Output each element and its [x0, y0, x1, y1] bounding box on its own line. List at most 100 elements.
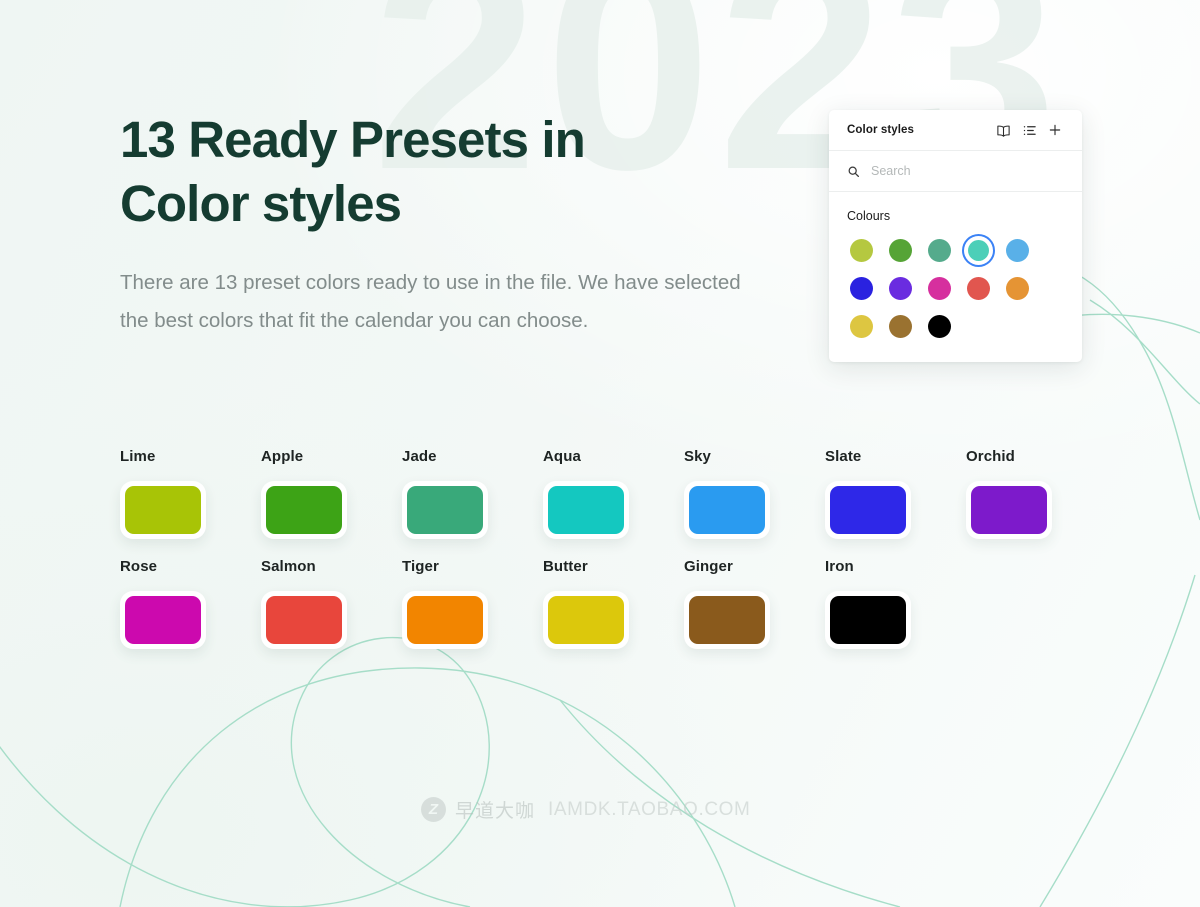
panel-title: Color styles — [847, 124, 915, 136]
swatch-color-chip — [548, 596, 624, 644]
swatch-label: Salmon — [261, 558, 316, 575]
plus-icon[interactable] — [1042, 117, 1068, 143]
swatch-iron[interactable]: Iron — [825, 558, 966, 649]
swatch-label: Slate — [825, 448, 862, 465]
swatch-row: Rose Salmon Tiger Butter Ginger Iron — [120, 558, 1130, 649]
swatch-apple[interactable]: Apple — [261, 448, 402, 539]
swatch-frame[interactable] — [966, 481, 1052, 539]
colour-dot-fill — [850, 277, 873, 300]
colour-dot-salmon[interactable] — [964, 274, 993, 303]
swatch-label: Apple — [261, 448, 304, 465]
swatch-color-chip — [125, 486, 201, 534]
swatch-label: Orchid — [966, 448, 1015, 465]
colour-dot-fill — [889, 277, 912, 300]
colour-dot-fill — [968, 240, 989, 261]
swatch-frame[interactable] — [120, 591, 206, 649]
colour-dot-butter[interactable] — [847, 312, 876, 341]
swatch-orchid[interactable]: Orchid — [966, 448, 1107, 539]
swatch-label: Tiger — [402, 558, 439, 575]
swatch-jade[interactable]: Jade — [402, 448, 543, 539]
list-view-icon[interactable] — [1016, 117, 1042, 143]
swatch-lime[interactable]: Lime — [120, 448, 261, 539]
colour-dot-fill — [889, 315, 912, 338]
search-bar[interactable]: Search — [829, 151, 1082, 192]
colour-dot-fill — [928, 315, 951, 338]
swatch-frame[interactable] — [543, 591, 629, 649]
swatch-color-chip — [971, 486, 1047, 534]
swatch-rose[interactable]: Rose — [120, 558, 261, 649]
panel-header: Color styles — [829, 110, 1082, 151]
swatch-label: Iron — [825, 558, 854, 575]
colour-dot-rose[interactable] — [925, 274, 954, 303]
swatch-color-chip — [125, 596, 201, 644]
colour-dot-fill — [889, 239, 912, 262]
colour-dot-jade[interactable] — [925, 236, 954, 265]
swatch-color-chip — [830, 486, 906, 534]
colour-dot-grid — [847, 236, 1064, 341]
colour-dot-ginger[interactable] — [886, 312, 915, 341]
colour-dot-fill — [928, 277, 951, 300]
swatch-frame[interactable] — [825, 591, 911, 649]
swatch-tiger[interactable]: Tiger — [402, 558, 543, 649]
swatch-label: Ginger — [684, 558, 733, 575]
colour-dot-fill — [967, 277, 990, 300]
colour-dot-iron[interactable] — [925, 312, 954, 341]
colour-dot-slate[interactable] — [847, 274, 876, 303]
colour-dot-sky[interactable] — [1003, 236, 1032, 265]
swatch-label: Lime — [120, 448, 156, 465]
swatch-color-chip — [407, 596, 483, 644]
book-icon[interactable] — [990, 117, 1016, 143]
swatch-aqua[interactable]: Aqua — [543, 448, 684, 539]
swatch-frame[interactable] — [261, 591, 347, 649]
panel-body: Colours — [829, 192, 1082, 362]
colour-dot-fill — [928, 239, 951, 262]
swatch-ginger[interactable]: Ginger — [684, 558, 825, 649]
colour-dot-tiger[interactable] — [1003, 274, 1032, 303]
colours-section-label: Colours — [847, 209, 891, 223]
colour-dot-orchid[interactable] — [886, 274, 915, 303]
colour-dot-fill — [1006, 239, 1029, 262]
hero-section: 13 Ready Presets in Color styles There a… — [120, 108, 780, 341]
swatch-color-chip — [689, 596, 765, 644]
swatch-label: Butter — [543, 558, 588, 575]
swatch-label: Jade — [402, 448, 437, 465]
swatch-label: Sky — [684, 448, 711, 465]
swatch-frame[interactable] — [120, 481, 206, 539]
swatch-frame[interactable] — [261, 481, 347, 539]
colour-dot-aqua[interactable] — [964, 236, 993, 265]
swatch-salmon[interactable]: Salmon — [261, 558, 402, 649]
swatch-frame[interactable] — [402, 591, 488, 649]
colour-dot-fill — [850, 315, 873, 338]
swatch-frame[interactable] — [825, 481, 911, 539]
swatch-grid: Lime Apple Jade Aqua Sky Slate Orchid Rose Salmo… — [120, 448, 1130, 668]
colour-dot-apple[interactable] — [886, 236, 915, 265]
watermark-cn-text: 早道大咖 — [455, 801, 536, 822]
swatch-sky[interactable]: Sky — [684, 448, 825, 539]
swatch-color-chip — [548, 486, 624, 534]
watermark-logo-icon: Z — [421, 797, 446, 822]
swatch-color-chip — [266, 486, 342, 534]
page-title: 13 Ready Presets in Color styles — [120, 111, 586, 233]
swatch-frame[interactable] — [402, 481, 488, 539]
search-icon — [847, 165, 860, 178]
swatch-color-chip — [407, 486, 483, 534]
swatch-frame[interactable] — [543, 481, 629, 539]
search-input[interactable]: Search — [871, 164, 911, 178]
swatch-frame[interactable] — [684, 481, 770, 539]
colour-dot-lime[interactable] — [847, 236, 876, 265]
swatch-label: Aqua — [543, 448, 581, 465]
swatch-color-chip — [830, 596, 906, 644]
swatch-label: Rose — [120, 558, 158, 575]
colour-dot-fill — [1006, 277, 1029, 300]
hero-description: There are 13 preset colors ready to use … — [120, 270, 741, 333]
swatch-color-chip — [689, 486, 765, 534]
swatch-row: Lime Apple Jade Aqua Sky Slate Orchid — [120, 448, 1130, 539]
colour-dot-fill — [850, 239, 873, 262]
swatch-frame[interactable] — [684, 591, 770, 649]
swatch-butter[interactable]: Butter — [543, 558, 684, 649]
watermark-url-text: IAMDK.TAOBAO.COM — [548, 798, 751, 820]
color-styles-panel: Color styles Search Colours — [829, 110, 1082, 362]
swatch-color-chip — [266, 596, 342, 644]
watermark: Z 早道大咖 IAMDK.TAOBAO.COM — [421, 796, 750, 823]
swatch-slate[interactable]: Slate — [825, 448, 966, 539]
